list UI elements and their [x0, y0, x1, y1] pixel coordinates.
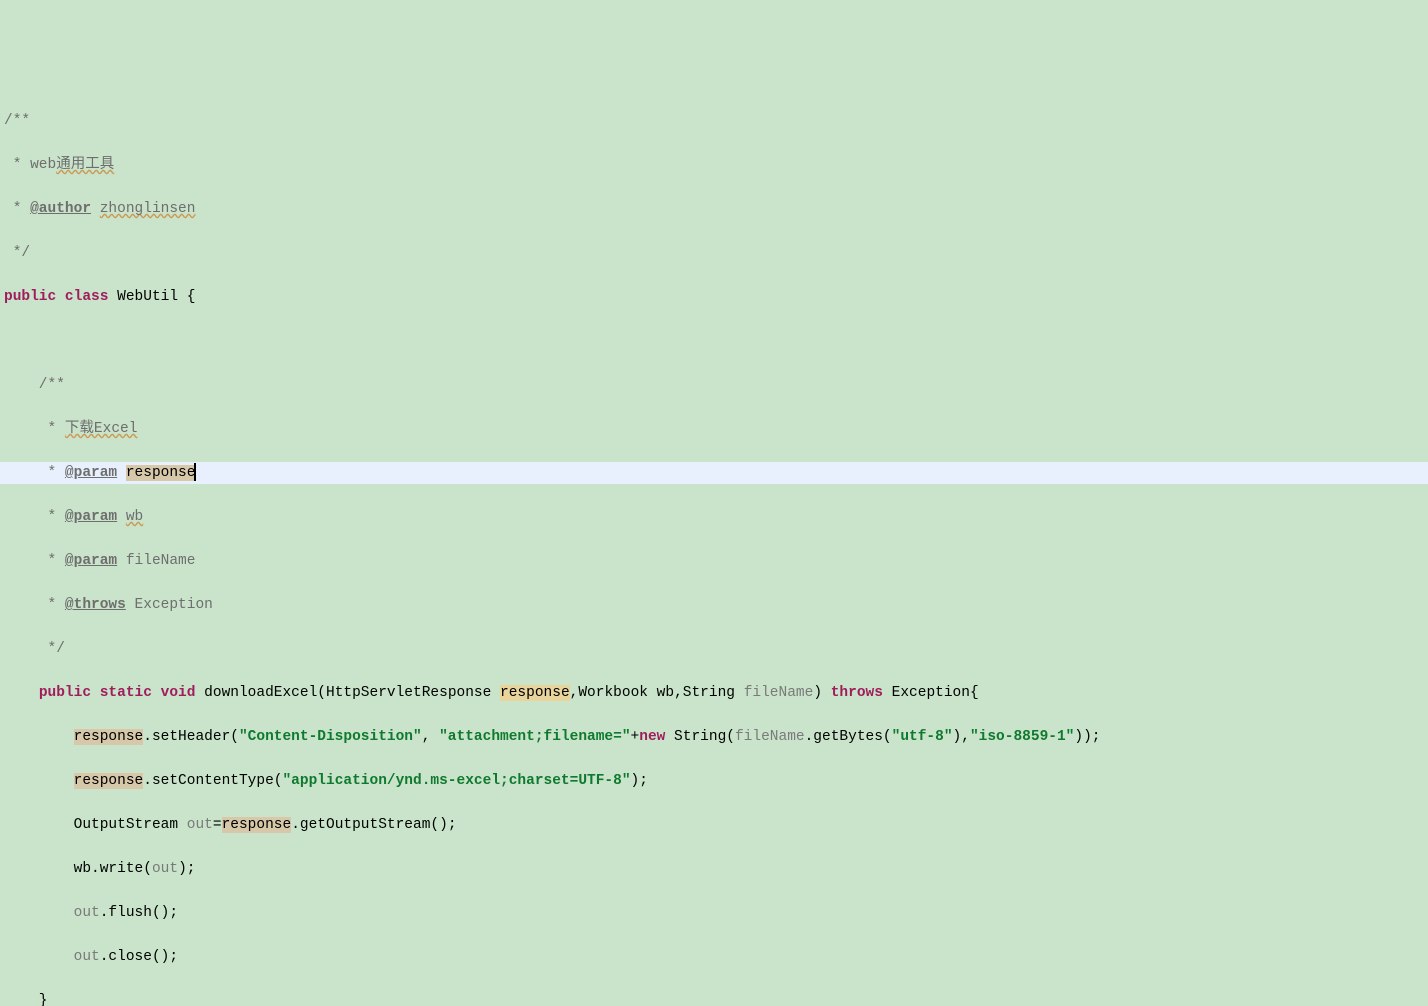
javadoc-text: * @param: [4, 465, 126, 481]
javadoc-text: * @throws Exception: [4, 597, 213, 613]
code-line[interactable]: * @param wb: [0, 506, 1428, 528]
code-line-current[interactable]: * @param response: [0, 462, 1428, 484]
param-response-occurrence: response: [500, 685, 570, 701]
keyword-public: public: [39, 685, 91, 701]
var-out: out: [74, 949, 100, 965]
var-out: out: [152, 861, 178, 877]
code-line[interactable]: public class WebUtil {: [0, 286, 1428, 308]
code-line[interactable]: * 下载Excel: [0, 418, 1428, 440]
javadoc-param-tag: @param: [65, 553, 117, 569]
string-literal: "iso-8859-1": [970, 729, 1074, 745]
code-line[interactable]: response.setHeader("Content-Disposition"…: [0, 726, 1428, 748]
param-response-occurrence: response: [222, 817, 292, 833]
text-caret: [194, 463, 196, 481]
param-filename: fileName: [744, 685, 814, 701]
code-line[interactable]: out.close();: [0, 946, 1428, 968]
javadoc-text: * @param fileName: [4, 553, 195, 569]
keyword-void: void: [161, 685, 196, 701]
string-literal: "attachment;filename=": [439, 729, 630, 745]
keyword-public: public: [4, 289, 56, 305]
var-filename: fileName: [735, 729, 805, 745]
method-name: downloadExcel: [204, 685, 317, 701]
param-response-occurrence: response: [74, 773, 144, 789]
spellcheck-span: 下载Excel: [65, 421, 138, 437]
code-line[interactable]: out.flush();: [0, 902, 1428, 924]
class-name: WebUtil: [117, 289, 178, 305]
javadoc-text: * 下载Excel: [4, 421, 137, 437]
code-line[interactable]: * @param fileName: [0, 550, 1428, 572]
javadoc-author-tag: @author: [30, 201, 91, 217]
javadoc-throws-tag: @throws: [65, 597, 126, 613]
javadoc-end: */: [4, 641, 65, 657]
keyword-class: class: [65, 289, 109, 305]
code-line[interactable]: */: [0, 638, 1428, 660]
keyword-static: static: [100, 685, 152, 701]
javadoc-text: * @author zhonglinsen: [4, 201, 195, 217]
param-response-occurrence: response: [74, 729, 144, 745]
code-line[interactable]: wb.write(out);: [0, 858, 1428, 880]
var-out: out: [74, 905, 100, 921]
string-literal: "utf-8": [892, 729, 953, 745]
brace: }: [4, 993, 48, 1006]
javadoc-text: * web通用工具: [4, 157, 114, 173]
var-out: out: [187, 817, 213, 833]
code-line[interactable]: }: [0, 990, 1428, 1006]
code-line[interactable]: /**: [0, 374, 1428, 396]
code-line[interactable]: response.setContentType("application/ynd…: [0, 770, 1428, 792]
spellcheck-span: 通用工具: [56, 157, 114, 173]
brace: {: [178, 289, 195, 305]
code-line[interactable]: * @author zhonglinsen: [0, 198, 1428, 220]
author-name: zhonglinsen: [100, 201, 196, 217]
keyword-throws: throws: [831, 685, 883, 701]
param-name: fileName: [126, 553, 196, 569]
javadoc-param-tag: @param: [65, 465, 117, 481]
javadoc-start: /**: [4, 113, 30, 129]
javadoc-start: /**: [4, 377, 65, 393]
code-editor[interactable]: /** * web通用工具 * @author zhonglinsen */ p…: [0, 88, 1428, 1006]
string-literal: "application/ynd.ms-excel;charset=UTF-8": [282, 773, 630, 789]
code-line[interactable]: * @throws Exception: [0, 594, 1428, 616]
code-line[interactable]: * web通用工具: [0, 154, 1428, 176]
code-line[interactable]: */: [0, 242, 1428, 264]
code-line[interactable]: [0, 330, 1428, 352]
code-line[interactable]: /**: [0, 110, 1428, 132]
param-response-highlight: response: [126, 465, 196, 481]
keyword-new: new: [639, 729, 665, 745]
code-line[interactable]: public static void downloadExcel(HttpSer…: [0, 682, 1428, 704]
code-line[interactable]: OutputStream out=response.getOutputStrea…: [0, 814, 1428, 836]
javadoc-param-tag: @param: [65, 509, 117, 525]
javadoc-end: */: [4, 245, 30, 261]
string-literal: "Content-Disposition": [239, 729, 422, 745]
javadoc-text: * @param wb: [4, 509, 143, 525]
param-name: wb: [126, 509, 143, 525]
